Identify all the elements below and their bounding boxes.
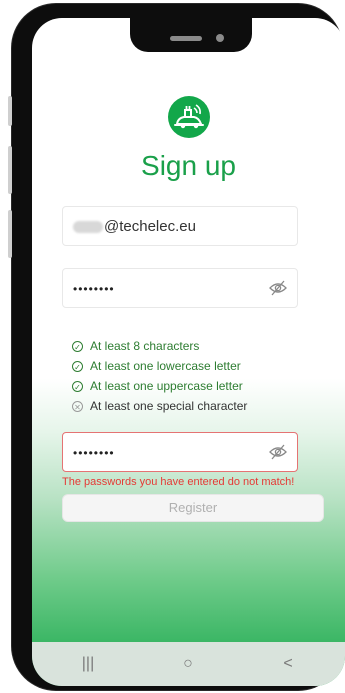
rule-uppercase: ✓ At least one uppercase letter — [72, 376, 247, 396]
mute-button — [8, 96, 12, 126]
app-screen: Sign up @techelec.eu •••••••• ✓ At least… — [32, 18, 345, 686]
check-circle-icon: ✓ — [72, 340, 83, 352]
speaker-grille — [170, 36, 202, 41]
phone-frame: Sign up @techelec.eu •••••••• ✓ At least… — [8, 4, 345, 690]
email-field[interactable]: @techelec.eu — [62, 206, 298, 246]
page-title: Sign up — [141, 150, 236, 181]
volume-up-button — [8, 146, 12, 194]
car-plug-logo-icon — [168, 96, 210, 138]
notch — [130, 18, 252, 52]
rule-lowercase: ✓ At least one lowercase letter — [72, 356, 247, 376]
back-button[interactable]: < — [258, 642, 318, 686]
email-redaction — [73, 221, 103, 234]
rule-special-char: ✕ At least one special character — [72, 396, 247, 416]
android-nav-bar: ||| ○ < — [32, 642, 345, 686]
recents-button[interactable]: ||| — [58, 642, 118, 686]
password-field[interactable]: •••••••• — [62, 268, 298, 308]
register-button[interactable]: Register — [62, 494, 324, 522]
password-mismatch-error: The passwords you have entered do not ma… — [62, 476, 295, 488]
password-requirements: ✓ At least 8 characters ✓ At least one l… — [72, 336, 247, 416]
rule-length: ✓ At least 8 characters — [72, 336, 247, 356]
check-circle-icon: ✓ — [72, 360, 83, 372]
volume-down-button — [8, 210, 12, 258]
eye-off-icon[interactable] — [269, 280, 287, 296]
email-value: @techelec.eu — [104, 218, 196, 235]
x-circle-icon: ✕ — [72, 400, 83, 412]
home-button[interactable]: ○ — [158, 642, 218, 686]
confirm-password-value: •••••••• — [73, 446, 115, 460]
check-circle-icon: ✓ — [72, 380, 83, 392]
camera-dot — [216, 34, 224, 42]
password-value: •••••••• — [73, 282, 115, 296]
eye-off-icon[interactable] — [269, 444, 287, 460]
confirm-password-field[interactable]: •••••••• — [62, 432, 298, 472]
